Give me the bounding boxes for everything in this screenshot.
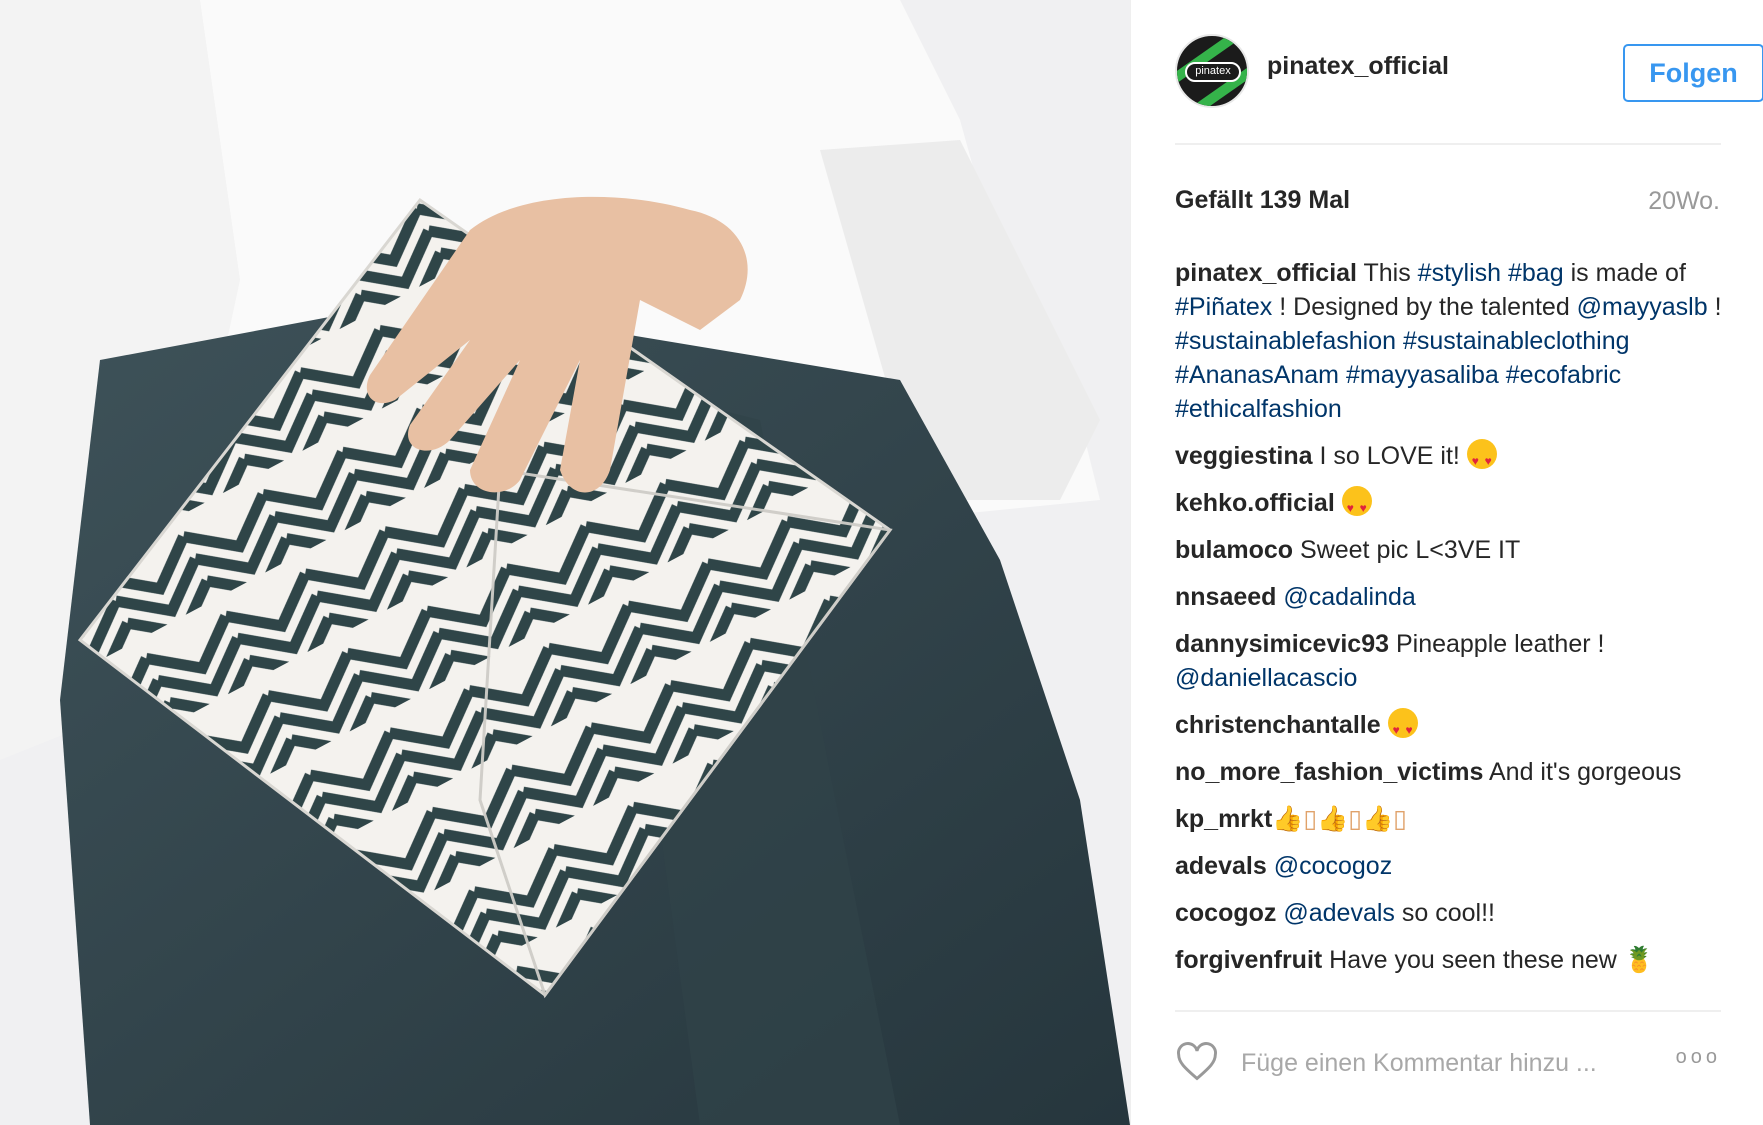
comment-item: kehko.official bbox=[1175, 486, 1725, 525]
comment-username[interactable]: forgivenfruit bbox=[1175, 946, 1322, 974]
comment-bar: ooo bbox=[1175, 1010, 1721, 1125]
more-options-icon[interactable]: ooo bbox=[1676, 1046, 1721, 1069]
hashtag-link[interactable]: #AnanasAnam bbox=[1175, 361, 1339, 389]
comment-username[interactable]: veggiestina bbox=[1175, 442, 1313, 470]
caption: pinatex_official This #stylish #bag is m… bbox=[1175, 259, 1722, 423]
comment-username[interactable]: no_more_fashion_victims bbox=[1175, 758, 1483, 786]
comment-item: christenchantalle bbox=[1175, 708, 1725, 747]
comment-item: forgivenfruit Have you seen these new 🍍 bbox=[1175, 946, 1655, 974]
comment-item: cocogoz @adevals so cool!! bbox=[1175, 899, 1495, 927]
post-age[interactable]: 20Wo. bbox=[1648, 187, 1720, 216]
heart-eyes-emoji-icon bbox=[1466, 439, 1497, 478]
hashtag-link[interactable]: #sustainablefashion bbox=[1175, 327, 1396, 355]
caption-username[interactable]: pinatex_official bbox=[1175, 259, 1357, 287]
comment-item: veggiestina I so LOVE it! bbox=[1175, 439, 1725, 478]
comment-input[interactable] bbox=[1239, 1042, 1643, 1084]
comment-item: dannysimicevic93 Pineapple leather ! @da… bbox=[1175, 630, 1605, 692]
like-heart-icon[interactable] bbox=[1175, 1040, 1219, 1084]
mention-link[interactable]: @cadalinda bbox=[1283, 583, 1415, 611]
follow-button[interactable]: Folgen bbox=[1623, 44, 1763, 102]
comment-username[interactable]: christenchantalle bbox=[1175, 711, 1381, 739]
comment-item: adevals @cocogoz bbox=[1175, 849, 1725, 883]
hashtag-link[interactable]: #Piñatex bbox=[1175, 293, 1272, 321]
comment-username[interactable]: nnsaeed bbox=[1175, 583, 1276, 611]
comment-username[interactable]: kp_mrkt bbox=[1175, 805, 1272, 833]
post-photo bbox=[0, 0, 1130, 1125]
mention-link[interactable]: @adevals bbox=[1283, 899, 1395, 927]
comment-username[interactable]: kehko.official bbox=[1175, 489, 1335, 517]
account-username[interactable]: pinatex_official bbox=[1267, 52, 1449, 81]
thumbs-up-emoji-icon: 👍▯👍▯👍▯ bbox=[1272, 805, 1407, 833]
hashtag-link[interactable]: #stylish bbox=[1418, 259, 1501, 287]
post-details-panel: pinatex pinatex_official Folgen Gefällt … bbox=[1130, 0, 1763, 1125]
avatar[interactable]: pinatex bbox=[1175, 34, 1249, 108]
likes-count[interactable]: Gefällt 139 Mal bbox=[1175, 186, 1350, 215]
hashtag-link[interactable]: #ethicalfashion bbox=[1175, 395, 1342, 423]
mention-link[interactable]: @daniellacascio bbox=[1175, 664, 1357, 692]
hashtag-link[interactable]: #ecofabric bbox=[1506, 361, 1621, 389]
mention-link[interactable]: @cocogoz bbox=[1274, 852, 1393, 880]
post-header: pinatex pinatex_official Folgen bbox=[1175, 30, 1763, 145]
hashtag-link[interactable]: #bag bbox=[1508, 259, 1564, 287]
heart-eyes-emoji-icon bbox=[1341, 486, 1372, 525]
mention-link[interactable]: @mayyaslb bbox=[1577, 293, 1708, 321]
comment-username[interactable]: adevals bbox=[1175, 852, 1267, 880]
comment-item: kp_mrkt 👍▯👍▯👍▯ bbox=[1175, 802, 1725, 836]
heart-eyes-emoji-icon bbox=[1387, 708, 1418, 747]
post-image[interactable] bbox=[0, 0, 1130, 1125]
hashtag-link[interactable]: #sustainableclothing bbox=[1403, 327, 1630, 355]
comments-list[interactable]: pinatex_official This #stylish #bag is m… bbox=[1175, 256, 1725, 1008]
comment-item: nnsaeed @cadalinda bbox=[1175, 580, 1725, 614]
comment-username[interactable]: dannysimicevic93 bbox=[1175, 630, 1389, 658]
pinatex-logo: pinatex bbox=[1185, 62, 1241, 82]
comment-item: no_more_fashion_victims And it's gorgeou… bbox=[1175, 758, 1682, 786]
comment-username[interactable]: cocogoz bbox=[1175, 899, 1276, 927]
comment-username[interactable]: bulamoco bbox=[1175, 536, 1293, 564]
hashtag-link[interactable]: #mayyasaliba bbox=[1346, 361, 1499, 389]
comment-item: bulamoco Sweet pic L<3VE IT bbox=[1175, 536, 1521, 564]
